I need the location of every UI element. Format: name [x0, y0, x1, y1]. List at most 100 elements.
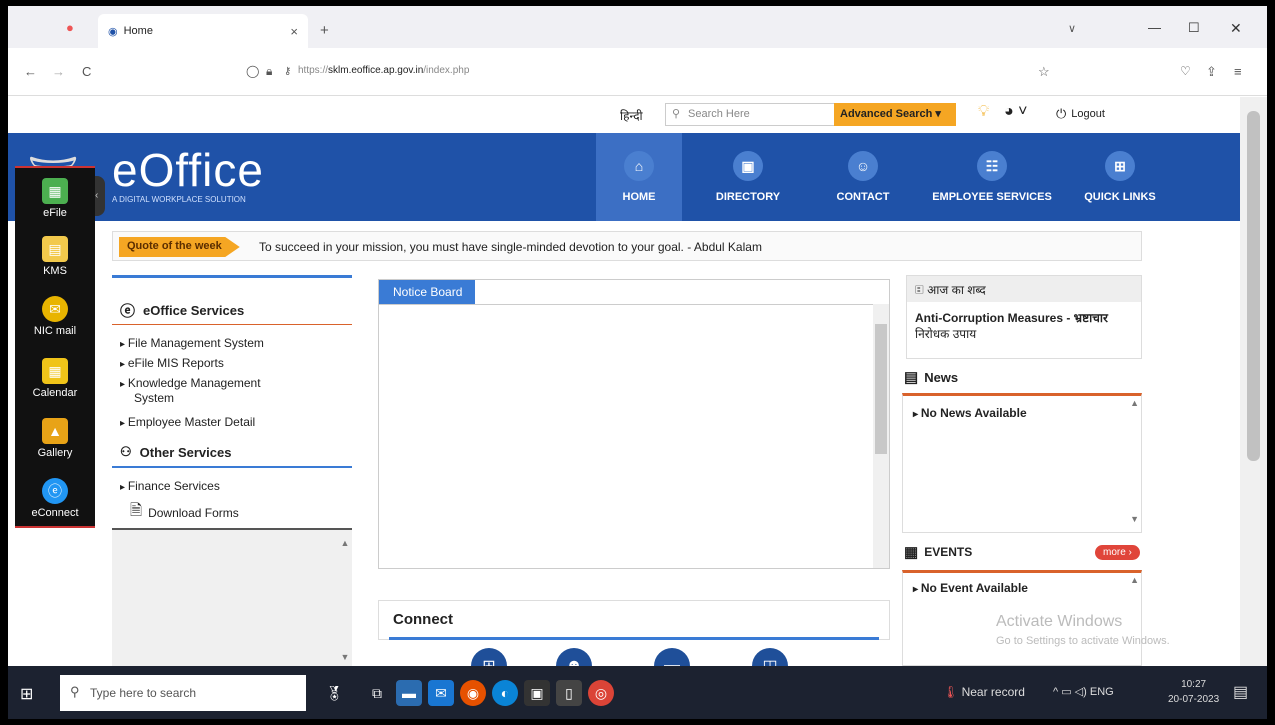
- task-view-icon[interactable]: ⧉: [364, 680, 390, 706]
- nav-employee-services[interactable]: ☷ EMPLOYEE SERVICES: [918, 133, 1066, 221]
- edge-icon[interactable]: ◐: [492, 680, 518, 706]
- reload-button[interactable]: C: [82, 64, 91, 79]
- notification-center-icon[interactable]: ▤: [1233, 682, 1248, 702]
- nav-directory[interactable]: ▣ DIRECTORY: [698, 133, 798, 221]
- share-icon[interactable]: ⇪: [1206, 64, 1217, 80]
- pocket-icon[interactable]: ♡: [1180, 64, 1191, 78]
- forward-button[interactable]: →: [52, 64, 65, 79]
- scroll-down-icon[interactable]: ▼: [338, 652, 352, 662]
- news-box: No News Available ▲ ▼: [902, 393, 1142, 533]
- notice-scrollbar[interactable]: [873, 304, 889, 568]
- logout-label: Logout: [1071, 108, 1105, 120]
- dock-nic-mail[interactable]: ✉ NIC mail: [15, 296, 95, 337]
- bookmark-star-icon[interactable]: ☆: [1038, 64, 1050, 80]
- logout-button[interactable]: ⏻ Logout: [1056, 106, 1105, 122]
- chrome-icon[interactable]: ◎: [588, 680, 614, 706]
- share-screen-icon[interactable]: ◫: [752, 648, 788, 666]
- link-finance-services[interactable]: Finance Services: [120, 479, 220, 493]
- tab-home[interactable]: ◉ Home ×: [98, 14, 308, 48]
- store-icon[interactable]: ▣: [524, 680, 550, 706]
- notepad-icon[interactable]: ▯: [556, 680, 582, 706]
- scroll-down-icon[interactable]: ▼: [1130, 514, 1139, 524]
- link-file-management-system[interactable]: File Management System: [120, 336, 264, 350]
- user-settings-icon[interactable]: ☻: [556, 648, 592, 666]
- notice-board-tab[interactable]: Notice Board: [379, 280, 475, 304]
- web-page: हिन्दी ⚲ Search Here Advanced Search ▾ 💡︎…: [8, 97, 1240, 666]
- link-download-forms[interactable]: 🗎︎ Download Forms: [130, 500, 239, 525]
- nav-quick-links[interactable]: ⊞ QUICK LINKS: [1074, 133, 1166, 221]
- nav-home[interactable]: ⌂ HOME: [596, 133, 682, 221]
- nav-employee-services-label: EMPLOYEE SERVICES: [932, 191, 1052, 203]
- dock-econnect[interactable]: ⓔ eConnect: [15, 478, 95, 519]
- weather-text: Near record: [961, 685, 1025, 699]
- system-tray[interactable]: ^ ▭ ◁) ENG: [1053, 685, 1114, 698]
- scroll-thumb[interactable]: [875, 324, 887, 454]
- language-indicator[interactable]: ENG: [1090, 686, 1114, 698]
- nav-quick-links-label: QUICK LINKS: [1084, 191, 1156, 203]
- scroll-up-icon[interactable]: ▲: [1130, 398, 1139, 408]
- page-scrollbar[interactable]: [1240, 97, 1267, 666]
- close-icon[interactable]: ×: [290, 24, 298, 39]
- medal-icon[interactable]: 🏅︎: [314, 680, 354, 706]
- scroll-up-icon[interactable]: ▲: [338, 538, 352, 548]
- quick-links-icon: ⊞: [1105, 151, 1135, 181]
- scroll-thumb[interactable]: [1247, 111, 1260, 461]
- dock-kms[interactable]: ▤ KMS: [15, 236, 95, 277]
- divider: [379, 304, 889, 305]
- nav-directory-label: DIRECTORY: [715, 191, 781, 203]
- scroll-up-icon[interactable]: ▲: [1130, 575, 1139, 585]
- news-icon: ▤: [904, 369, 919, 386]
- dock-collapse-toggle[interactable]: ‹: [95, 176, 105, 216]
- word-of-day-header: 🗉︎ आज का शब्द: [907, 276, 1141, 302]
- tab-list-icon[interactable]: ∨: [1068, 22, 1076, 35]
- link-knowledge-management[interactable]: Knowledge Management: [120, 376, 261, 390]
- maximize-icon[interactable]: ☐: [1188, 20, 1200, 36]
- search-icon: ⚲: [672, 108, 681, 120]
- chat-icon[interactable]: ▬: [654, 648, 690, 666]
- search-input[interactable]: ⚲ Search Here: [665, 103, 845, 126]
- shield-icon[interactable]: ◯: [246, 64, 259, 78]
- eoffice-services-title: eOffice Services: [143, 303, 245, 318]
- back-button[interactable]: ←: [24, 64, 37, 79]
- taskbar-search-input[interactable]: ⚲ Type here to search: [60, 675, 306, 711]
- calendar-icon: ▦: [904, 544, 919, 561]
- word-of-day-box: 🗉︎ आज का शब्द Anti-Corruption Measures -…: [906, 275, 1142, 359]
- hindi-language-link[interactable]: हिन्दी: [620, 107, 643, 124]
- minimize-icon[interactable]: —: [1148, 20, 1161, 35]
- file-explorer-icon[interactable]: ▬: [396, 680, 422, 706]
- dock-econnect-label: eConnect: [31, 507, 79, 519]
- dock-gallery[interactable]: ▲ Gallery: [15, 418, 95, 459]
- nav-contact-label: CONTACT: [836, 191, 890, 203]
- firefox-taskbar-icon[interactable]: ◉: [460, 680, 486, 706]
- advanced-search-button[interactable]: Advanced Search ▾: [834, 103, 956, 126]
- user-avatar-icon[interactable]: ◕ ˅: [1004, 103, 1027, 121]
- new-tab-button[interactable]: +: [320, 22, 329, 39]
- url-bar[interactable]: https://sklm.eoffice.ap.gov.in/index.php: [298, 65, 469, 76]
- dock-efile[interactable]: ▦ eFile: [15, 178, 95, 219]
- mail-icon: ✉: [42, 296, 68, 322]
- nav-contact[interactable]: ☺ CONTACT: [826, 133, 900, 221]
- directory-icon: ▣: [733, 151, 763, 181]
- link-knowledge-management-cont[interactable]: System: [134, 391, 174, 405]
- link-employee-master-detail[interactable]: Employee Master Detail: [120, 415, 255, 429]
- nav-toolbar: ← → C ◯ 🔒︎ ⚷ https://sklm.eoffice.ap.gov…: [8, 48, 1267, 96]
- news-empty: No News Available: [913, 406, 1027, 420]
- apps-grid-icon[interactable]: ⊞: [471, 648, 507, 666]
- home-icon: ⌂: [624, 151, 654, 181]
- link-efile-mis-reports[interactable]: eFile MIS Reports: [120, 356, 224, 370]
- mail-app-icon[interactable]: ✉: [428, 680, 454, 706]
- eoffice-logo[interactable]: eOffice: [112, 147, 264, 193]
- taskbar-clock[interactable]: 10:27 20-07-2023: [1168, 677, 1219, 707]
- lock-icon[interactable]: 🔒︎: [266, 64, 272, 79]
- weather-widget[interactable]: 🌡︎ Near record: [943, 685, 1025, 699]
- firefox-icon[interactable]: ●: [66, 20, 74, 35]
- window-close-icon[interactable]: ✕: [1230, 20, 1242, 37]
- menu-icon[interactable]: ≡: [1234, 64, 1242, 79]
- notification-bulb-icon[interactable]: 💡︎: [978, 103, 989, 121]
- panel-scrollbar[interactable]: ▲ ▼: [338, 538, 352, 666]
- windows-start-icon[interactable]: ⊞: [20, 684, 33, 704]
- notice-board: Notice Board: [378, 279, 890, 569]
- dock-calendar[interactable]: ▦ Calendar: [15, 358, 95, 399]
- search-icon: ⚲: [70, 684, 80, 699]
- more-events-button[interactable]: more ›: [1095, 545, 1140, 560]
